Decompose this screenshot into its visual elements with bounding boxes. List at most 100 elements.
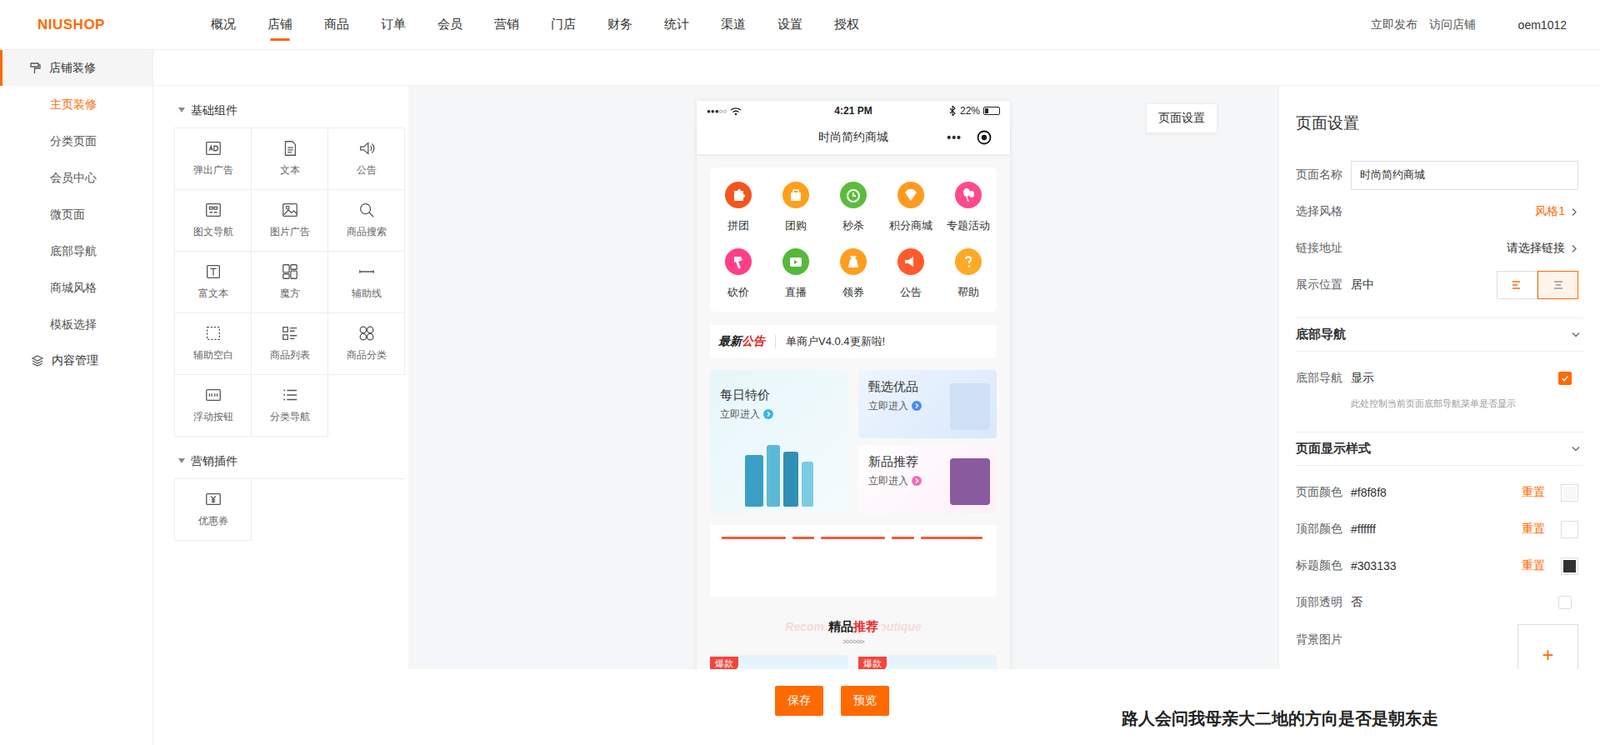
- component-label[interactable]: 商品分类: [346, 349, 387, 361]
- component-tile[interactable]: 辅助线: [328, 251, 405, 314]
- upload-box[interactable]: +: [1517, 624, 1579, 670]
- nav-item[interactable]: 财务: [591, 0, 649, 50]
- component-tile[interactable]: 分类导航: [251, 375, 329, 437]
- cube-link[interactable]: 立即进入: [868, 399, 948, 413]
- component-label[interactable]: 优惠券: [198, 515, 229, 527]
- nav-shortcut[interactable]: 领券: [825, 247, 883, 300]
- nav-item[interactable]: 门店: [535, 0, 592, 50]
- component-label[interactable]: 辅助线: [351, 287, 382, 300]
- select-value[interactable]: 请选择链接: [1506, 240, 1579, 256]
- component-tile[interactable]: 富文本: [175, 251, 252, 314]
- logo[interactable]: NIUSHOP: [0, 0, 195, 50]
- align-button[interactable]: [1537, 270, 1579, 300]
- header-action[interactable]: 立即发布: [1370, 17, 1418, 33]
- nav-label[interactable]: 授权: [834, 16, 860, 32]
- component-tile[interactable]: 图片广告: [251, 190, 329, 252]
- nav-label[interactable]: 设置: [777, 16, 803, 32]
- notice-text[interactable]: 单商户V4.0.4更新啦!: [785, 334, 885, 350]
- more-button[interactable]: •••: [946, 130, 962, 145]
- save-button[interactable]: 保存: [775, 685, 824, 716]
- component-label[interactable]: 文本: [280, 164, 300, 176]
- product-card[interactable]: 爆款: [710, 655, 849, 670]
- sidebar-item[interactable]: 微页面: [0, 195, 153, 233]
- component-tile[interactable]: 浮动按钮: [175, 375, 252, 437]
- cube-card[interactable]: 新品推荐立即进入: [858, 445, 998, 514]
- nav-item[interactable]: 授权: [818, 0, 875, 50]
- header-action[interactable]: 访问店铺: [1429, 17, 1476, 33]
- nav-item[interactable]: 商品: [308, 0, 365, 50]
- component-label[interactable]: 图片广告: [270, 225, 310, 238]
- nav-label[interactable]: 渠道: [720, 16, 746, 32]
- component-label[interactable]: 商品列表: [270, 349, 310, 361]
- nav-item[interactable]: 会员: [421, 0, 479, 50]
- select-text[interactable]: 风格1: [1535, 204, 1565, 220]
- sidebar-item[interactable]: 商城风格: [0, 269, 153, 306]
- component-label[interactable]: 魔方: [280, 287, 300, 300]
- nav-item[interactable]: 订单: [365, 0, 422, 50]
- cube-card[interactable]: 甄选优品立即进入: [858, 370, 998, 439]
- page-settings-button[interactable]: 页面设置: [1145, 103, 1218, 134]
- align-button[interactable]: [1496, 270, 1538, 300]
- component-label[interactable]: 分类导航: [270, 410, 310, 423]
- sidebar-item[interactable]: 主页装修: [0, 85, 153, 123]
- cube-link-text[interactable]: 立即进入: [720, 407, 760, 421]
- component-label[interactable]: 商品搜索: [346, 225, 387, 238]
- component-tile[interactable]: 弹出广告: [175, 128, 252, 190]
- component-tile[interactable]: 商品列表: [251, 313, 329, 375]
- shortcut-label[interactable]: 公告: [900, 285, 922, 300]
- nav-shortcut[interactable]: 拼团: [710, 180, 768, 234]
- nav-label[interactable]: 商品: [324, 16, 350, 32]
- nav-shortcut[interactable]: 公告: [881, 247, 940, 300]
- shortcut-label[interactable]: 拼团: [727, 218, 750, 234]
- shortcut-label[interactable]: 砍价: [727, 285, 750, 300]
- component-tile[interactable]: 优惠券: [175, 479, 252, 541]
- component-label[interactable]: 浮动按钮: [193, 410, 234, 423]
- shortcut-label[interactable]: 专题活动: [946, 218, 990, 234]
- component-tile[interactable]: 辅助空白: [175, 313, 252, 375]
- component-label[interactable]: 图文导航: [193, 225, 234, 238]
- component-label[interactable]: 弹出广告: [193, 164, 234, 176]
- nav-item[interactable]: 渠道: [705, 0, 762, 50]
- shortcut-label[interactable]: 秒杀: [842, 218, 865, 234]
- nav-shortcut[interactable]: 帮助: [939, 247, 997, 300]
- nav-item[interactable]: 概况: [195, 0, 252, 50]
- reset-link[interactable]: 重置: [1521, 485, 1545, 500]
- nav-shortcut[interactable]: 团购: [767, 180, 825, 234]
- component-tile[interactable]: 商品搜索: [328, 190, 405, 252]
- sidebar-item[interactable]: 底部导航: [0, 232, 153, 270]
- nav-shortcut[interactable]: 积分商城: [881, 180, 940, 234]
- cube-link-text[interactable]: 立即进入: [868, 399, 909, 413]
- nav-label[interactable]: 概况: [210, 16, 236, 32]
- reset-link[interactable]: 重置: [1521, 521, 1545, 537]
- cube-card[interactable]: 每日特价立即进入: [710, 370, 850, 514]
- sidebar-item[interactable]: 模板选择: [0, 305, 153, 343]
- cube-link[interactable]: 立即进入: [720, 407, 840, 421]
- group-label[interactable]: 内容管理: [51, 353, 99, 369]
- checkbox[interactable]: [1558, 371, 1572, 385]
- nav-item[interactable]: 统计: [648, 0, 705, 50]
- component-label[interactable]: 辅助空白: [193, 349, 234, 361]
- cube-link-text[interactable]: 立即进入: [868, 474, 909, 488]
- sidebar-group[interactable]: 内容管理: [0, 342, 153, 379]
- reset-link[interactable]: 重置: [1521, 558, 1545, 574]
- select-value[interactable]: 风格1: [1535, 204, 1579, 220]
- component-label[interactable]: 公告: [356, 164, 377, 176]
- shortcut-label[interactable]: 帮助: [957, 285, 980, 300]
- nav-label[interactable]: 订单: [380, 16, 406, 32]
- component-tile[interactable]: 公告: [328, 128, 405, 190]
- nav-shortcut[interactable]: 砍价: [710, 247, 768, 300]
- color-swatch[interactable]: [1560, 557, 1579, 575]
- section-header[interactable]: 底部导航: [1295, 318, 1584, 352]
- product-card[interactable]: 爆款: [858, 655, 997, 670]
- component-tile[interactable]: 图文导航: [175, 190, 252, 252]
- nav-shortcut[interactable]: 秒杀: [825, 180, 883, 234]
- shortcut-label[interactable]: 领券: [842, 285, 865, 300]
- sidebar-item[interactable]: 分类页面: [0, 122, 153, 160]
- component-tile[interactable]: 商品分类: [328, 313, 405, 375]
- nav-shortcut[interactable]: 专题活动: [939, 180, 997, 234]
- shortcut-label[interactable]: 团购: [785, 218, 807, 234]
- component-section-header[interactable]: 基础组件: [174, 85, 409, 128]
- component-label[interactable]: 富文本: [198, 287, 229, 300]
- nav-label[interactable]: 会员: [437, 16, 463, 32]
- nav-label[interactable]: 门店: [550, 16, 576, 32]
